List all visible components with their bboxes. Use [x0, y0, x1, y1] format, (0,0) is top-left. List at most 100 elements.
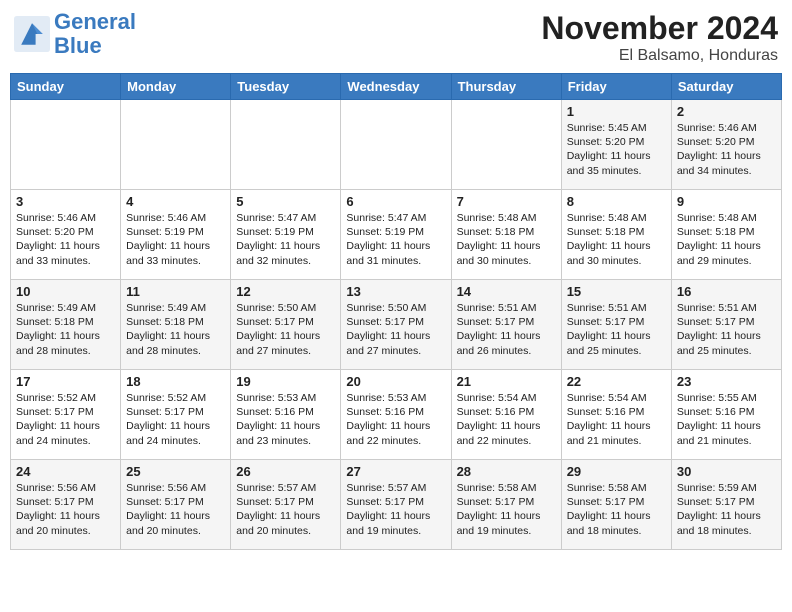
day-number: 14 — [457, 284, 556, 299]
logo: General Blue — [14, 10, 136, 58]
day-number: 18 — [126, 374, 225, 389]
logo-icon — [14, 16, 50, 52]
day-info: Sunrise: 5:58 AMSunset: 5:17 PMDaylight:… — [457, 481, 556, 538]
day-number: 27 — [346, 464, 445, 479]
table-row: 10Sunrise: 5:49 AMSunset: 5:18 PMDayligh… — [11, 280, 121, 370]
day-number: 20 — [346, 374, 445, 389]
day-info: Sunrise: 5:53 AMSunset: 5:16 PMDaylight:… — [236, 391, 335, 448]
table-row: 29 Sunrise: 5:58 AMSunset: 5:17 PMDayligh… — [561, 460, 671, 550]
calendar-week-row: 3 Sunrise: 5:46 AMSunset: 5:20 PMDaylight… — [11, 190, 782, 280]
table-row: 26 Sunrise: 5:57 AMSunset: 5:17 PMDayligh… — [231, 460, 341, 550]
table-row: 5 Sunrise: 5:47 AMSunset: 5:19 PMDaylight… — [231, 190, 341, 280]
day-number: 8 — [567, 194, 666, 209]
table-row: 13Sunrise: 5:50 AMSunset: 5:17 PMDayligh… — [341, 280, 451, 370]
day-info: Sunrise: 5:56 AMSunset: 5:17 PMDaylight:… — [126, 481, 225, 538]
day-number: 25 — [126, 464, 225, 479]
day-number: 1 — [567, 104, 666, 119]
day-info: Sunrise: 5:59 AMSunset: 5:17 PMDaylight:… — [677, 481, 776, 538]
table-row: 28 Sunrise: 5:58 AMSunset: 5:17 PMDayligh… — [451, 460, 561, 550]
logo-text: General Blue — [54, 10, 136, 58]
day-info: Sunrise: 5:48 AMSunset: 5:18 PMDaylight:… — [677, 211, 776, 268]
table-row: 22Sunrise: 5:54 AMSunset: 5:16 PMDayligh… — [561, 370, 671, 460]
table-row — [121, 100, 231, 190]
day-number: 17 — [16, 374, 115, 389]
day-number: 11 — [126, 284, 225, 299]
table-row: 1Sunrise: 5:45 AMSunset: 5:20 PMDaylight… — [561, 100, 671, 190]
day-info: Sunrise: 5:46 AMSunset: 5:20 PMDaylight:… — [16, 211, 115, 268]
day-info: Sunrise: 5:52 AMSunset: 5:17 PMDaylight:… — [126, 391, 225, 448]
col-tuesday: Tuesday — [231, 74, 341, 100]
day-number: 16 — [677, 284, 776, 299]
day-number: 19 — [236, 374, 335, 389]
calendar-week-row: 10Sunrise: 5:49 AMSunset: 5:18 PMDayligh… — [11, 280, 782, 370]
day-number: 13 — [346, 284, 445, 299]
table-row: 25 Sunrise: 5:56 AMSunset: 5:17 PMDayligh… — [121, 460, 231, 550]
day-info: Sunrise: 5:47 AMSunset: 5:19 PMDaylight:… — [346, 211, 445, 268]
table-row — [231, 100, 341, 190]
day-number: 2 — [677, 104, 776, 119]
day-number: 28 — [457, 464, 556, 479]
day-info: Sunrise: 5:51 AMSunset: 5:17 PMDaylight:… — [457, 301, 556, 358]
day-number: 12 — [236, 284, 335, 299]
day-info: Sunrise: 5:49 AMSunset: 5:18 PMDaylight:… — [16, 301, 115, 358]
day-number: 22 — [567, 374, 666, 389]
day-info: Sunrise: 5:51 AMSunset: 5:17 PMDaylight:… — [677, 301, 776, 358]
table-row: 14 Sunrise: 5:51 AMSunset: 5:17 PMDayligh… — [451, 280, 561, 370]
table-row: 4 Sunrise: 5:46 AMSunset: 5:19 PMDaylight… — [121, 190, 231, 280]
col-saturday: Saturday — [671, 74, 781, 100]
day-number: 29 — [567, 464, 666, 479]
day-number: 9 — [677, 194, 776, 209]
month-title: November 2024 — [541, 10, 778, 47]
calendar-header-row: Sunday Monday Tuesday Wednesday Thursday… — [11, 74, 782, 100]
day-number: 5 — [236, 194, 335, 209]
day-info: Sunrise: 5:49 AMSunset: 5:18 PMDaylight:… — [126, 301, 225, 358]
day-info: Sunrise: 5:46 AMSunset: 5:19 PMDaylight:… — [126, 211, 225, 268]
table-row: 11 Sunrise: 5:49 AMSunset: 5:18 PMDayligh… — [121, 280, 231, 370]
col-monday: Monday — [121, 74, 231, 100]
day-number: 3 — [16, 194, 115, 209]
table-row — [11, 100, 121, 190]
table-row: 27 Sunrise: 5:57 AMSunset: 5:17 PMDayligh… — [341, 460, 451, 550]
logo-line1: General — [54, 9, 136, 34]
table-row: 12 Sunrise: 5:50 AMSunset: 5:17 PMDayligh… — [231, 280, 341, 370]
day-number: 6 — [346, 194, 445, 209]
day-number: 26 — [236, 464, 335, 479]
table-row: 30 Sunrise: 5:59 AMSunset: 5:17 PMDayligh… — [671, 460, 781, 550]
table-row: 2 Sunrise: 5:46 AMSunset: 5:20 PMDaylight… — [671, 100, 781, 190]
day-info: Sunrise: 5:56 AMSunset: 5:17 PMDaylight:… — [16, 481, 115, 538]
logo-line2: Blue — [54, 33, 102, 58]
day-info: Sunrise: 5:58 AMSunset: 5:17 PMDaylight:… — [567, 481, 666, 538]
location-subtitle: El Balsamo, Honduras — [541, 47, 778, 65]
table-row: 21 Sunrise: 5:54 AMSunset: 5:16 PMDayligh… — [451, 370, 561, 460]
table-row: 8 Sunrise: 5:48 AMSunset: 5:18 PMDaylight… — [561, 190, 671, 280]
table-row: 18 Sunrise: 5:52 AMSunset: 5:17 PMDayligh… — [121, 370, 231, 460]
day-info: Sunrise: 5:50 AMSunset: 5:17 PMDaylight:… — [236, 301, 335, 358]
table-row: 6 Sunrise: 5:47 AMSunset: 5:19 PMDaylight… — [341, 190, 451, 280]
calendar-table: Sunday Monday Tuesday Wednesday Thursday… — [10, 73, 782, 550]
day-info: Sunrise: 5:48 AMSunset: 5:18 PMDaylight:… — [567, 211, 666, 268]
day-number: 30 — [677, 464, 776, 479]
day-info: Sunrise: 5:52 AMSunset: 5:17 PMDaylight:… — [16, 391, 115, 448]
day-number: 21 — [457, 374, 556, 389]
day-info: Sunrise: 5:51 AMSunset: 5:17 PMDaylight:… — [567, 301, 666, 358]
table-row: 15Sunrise: 5:51 AMSunset: 5:17 PMDayligh… — [561, 280, 671, 370]
col-wednesday: Wednesday — [341, 74, 451, 100]
day-info: Sunrise: 5:57 AMSunset: 5:17 PMDaylight:… — [236, 481, 335, 538]
calendar-week-row: 17 Sunrise: 5:52 AMSunset: 5:17 PMDayligh… — [11, 370, 782, 460]
table-row: 24Sunrise: 5:56 AMSunset: 5:17 PMDayligh… — [11, 460, 121, 550]
table-row: 16 Sunrise: 5:51 AMSunset: 5:17 PMDayligh… — [671, 280, 781, 370]
table-row: 7Sunrise: 5:48 AMSunset: 5:18 PMDaylight… — [451, 190, 561, 280]
table-row: 19 Sunrise: 5:53 AMSunset: 5:16 PMDayligh… — [231, 370, 341, 460]
col-friday: Friday — [561, 74, 671, 100]
calendar-week-row: 1Sunrise: 5:45 AMSunset: 5:20 PMDaylight… — [11, 100, 782, 190]
day-number: 4 — [126, 194, 225, 209]
calendar-week-row: 24Sunrise: 5:56 AMSunset: 5:17 PMDayligh… — [11, 460, 782, 550]
day-info: Sunrise: 5:57 AMSunset: 5:17 PMDaylight:… — [346, 481, 445, 538]
day-info: Sunrise: 5:47 AMSunset: 5:19 PMDaylight:… — [236, 211, 335, 268]
table-row: 17 Sunrise: 5:52 AMSunset: 5:17 PMDayligh… — [11, 370, 121, 460]
table-row: 23Sunrise: 5:55 AMSunset: 5:16 PMDayligh… — [671, 370, 781, 460]
day-number: 7 — [457, 194, 556, 209]
day-info: Sunrise: 5:54 AMSunset: 5:16 PMDaylight:… — [457, 391, 556, 448]
day-info: Sunrise: 5:46 AMSunset: 5:20 PMDaylight:… — [677, 121, 776, 178]
day-info: Sunrise: 5:53 AMSunset: 5:16 PMDaylight:… — [346, 391, 445, 448]
